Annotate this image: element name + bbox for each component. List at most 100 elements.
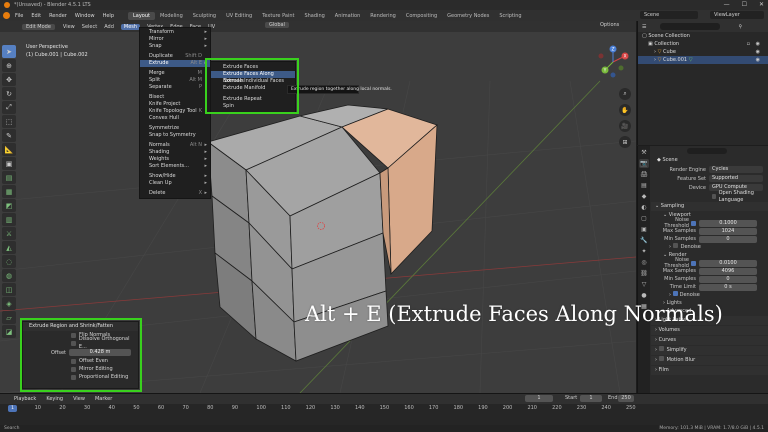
mirror-editing-checkbox[interactable] xyxy=(71,366,76,372)
simplify-checkbox[interactable] xyxy=(658,346,664,351)
mirror-editing-option[interactable]: Mirror Editing xyxy=(23,365,138,373)
tab-sculpting[interactable]: Sculpting xyxy=(188,12,221,20)
film-panel[interactable]: › Film xyxy=(651,366,768,375)
options-button[interactable]: Options xyxy=(600,22,619,28)
mesh-menu-item[interactable]: Show/Hide ▸ xyxy=(140,173,210,180)
menu-edit[interactable]: Edit xyxy=(31,13,41,19)
add-cube-tool[interactable]: ▣ xyxy=(2,157,16,170)
r-min-samples-field[interactable]: 0 xyxy=(699,275,757,283)
vp-denoise-checkbox[interactable] xyxy=(672,243,678,248)
smooth-tool[interactable]: ◍ xyxy=(2,269,16,282)
offset-even-checkbox[interactable] xyxy=(71,358,76,364)
menu-file[interactable]: File xyxy=(15,13,23,19)
pan-hand-icon[interactable]: ✋ xyxy=(619,104,631,116)
mesh-menu-item[interactable]: Knife Topology Tool K xyxy=(140,108,210,115)
tab-layout[interactable]: Layout xyxy=(128,11,155,20)
viewport-menu-add[interactable]: Add xyxy=(104,24,114,30)
outliner-search[interactable] xyxy=(660,23,721,30)
shear-tool[interactable]: ▱ xyxy=(2,311,16,324)
menu-window[interactable]: Window xyxy=(75,13,95,19)
tab-texture-paint[interactable]: Texture Paint xyxy=(257,12,299,20)
motion-blur-checkbox[interactable] xyxy=(658,356,664,361)
proportional-editing-option[interactable]: Proportional Editing xyxy=(23,373,138,381)
mesh-menu-item[interactable]: Sort Elements... ▸ xyxy=(140,163,210,170)
motion-blur-panel[interactable]: › Motion Blur xyxy=(651,356,768,365)
expand-chevron-icon[interactable]: › xyxy=(654,57,656,63)
flip-normals-checkbox[interactable] xyxy=(71,332,76,338)
tab-shading[interactable]: Shading xyxy=(299,12,329,20)
camera-visibility-icon[interactable]: ▫ xyxy=(747,40,750,48)
constraints-tab-icon[interactable]: ⛓ xyxy=(639,269,649,278)
rip-tool[interactable]: ◪ xyxy=(2,325,16,338)
timeline-ruler[interactable]: 1102030405060708090100110120130140150160… xyxy=(0,404,636,413)
spin-tool[interactable]: ◌ xyxy=(2,255,16,268)
mode-selector[interactable]: Edit Mode xyxy=(22,23,55,30)
camera-view-icon[interactable]: 🎥 xyxy=(619,120,631,132)
data-tab-icon[interactable]: ▽ xyxy=(639,280,649,289)
poly-build-tool[interactable]: ◭ xyxy=(2,241,16,254)
transform-tool[interactable]: ⬚ xyxy=(2,115,16,128)
select-box-tool[interactable]: ➤ xyxy=(2,45,16,58)
maximize-button[interactable]: ☐ xyxy=(742,1,747,8)
mesh-menu-item[interactable]: Knife Project xyxy=(140,101,210,108)
r-denoise-checkbox[interactable] xyxy=(672,291,678,296)
particles-tab-icon[interactable]: ✦ xyxy=(639,247,649,256)
knife-tool[interactable]: ⚔ xyxy=(2,227,16,240)
menu-render[interactable]: Render xyxy=(49,13,67,19)
time-limit-field[interactable]: 0 s xyxy=(699,283,757,291)
eye-icon[interactable]: ◉ xyxy=(756,40,760,48)
vp-noise-threshold-field[interactable]: 0.1000 xyxy=(699,219,757,227)
rotate-tool[interactable]: ↻ xyxy=(2,87,16,100)
material-tab-icon[interactable]: ● xyxy=(639,291,649,300)
world-tab-icon[interactable]: ◐ xyxy=(639,203,649,212)
mesh-menu-item[interactable]: Symmetrize xyxy=(140,125,210,132)
mesh-menu-item[interactable]: Snap to Symmetry xyxy=(140,132,210,139)
vp-max-samples-field[interactable]: 1024 xyxy=(699,227,757,235)
timeline-menu-view[interactable]: View xyxy=(73,396,85,402)
tab-compositing[interactable]: Compositing xyxy=(401,12,442,20)
expand-chevron-icon[interactable]: › xyxy=(654,49,656,55)
proportional-editing-checkbox[interactable] xyxy=(71,374,76,380)
outliner-row-collection[interactable]: ▣ Collection ▫ ◉ xyxy=(638,40,768,48)
curves-panel[interactable]: › Curves xyxy=(651,336,768,345)
inset-tool[interactable]: ▦ xyxy=(2,185,16,198)
timeline-menu-playback[interactable]: Playback xyxy=(14,396,36,402)
feature-set-dropdown[interactable]: Supported xyxy=(709,175,763,182)
cursor-tool[interactable]: ⊕ xyxy=(2,59,16,72)
shrink-fatten-tool[interactable]: ◈ xyxy=(2,297,16,310)
outliner-row-scene-collection[interactable]: ▢ Scene Collection xyxy=(638,32,768,40)
extrude-submenu-item[interactable]: Extrude Manifold xyxy=(211,85,295,92)
mesh-menu-item[interactable]: Normals Alt N ▸ xyxy=(140,142,210,149)
mesh-menu-item[interactable]: Delete X ▸ xyxy=(140,190,210,197)
mesh-menu-item[interactable]: Mirror ▸ xyxy=(140,36,210,43)
grid-toggle-icon[interactable]: ⊞ xyxy=(619,136,631,148)
object-tab-icon[interactable]: ▣ xyxy=(639,225,649,234)
tab-uv-editing[interactable]: UV Editing xyxy=(221,12,257,20)
tab-modeling[interactable]: Modeling xyxy=(155,12,188,20)
navigation-gizmo[interactable]: X Y Z xyxy=(595,44,631,80)
eye-icon[interactable]: ◉ xyxy=(756,56,760,64)
render-tab-icon[interactable]: 📷 xyxy=(639,159,649,168)
simplify-panel[interactable]: › Simplify xyxy=(651,346,768,355)
loop-cut-tool[interactable]: ▥ xyxy=(2,213,16,226)
end-frame-field[interactable]: 250 xyxy=(618,395,634,402)
view-layer-selector[interactable]: ViewLayer xyxy=(710,11,764,19)
transform-orientation-selector[interactable]: Global xyxy=(265,22,289,28)
playhead[interactable]: 1 xyxy=(8,405,17,412)
blender-menu-icon[interactable] xyxy=(3,12,10,19)
tab-animation[interactable]: Animation xyxy=(330,12,366,20)
outliner-row-cube[interactable]: › ▽ Cube ◉ xyxy=(638,48,768,56)
vp-noise-threshold-checkbox[interactable] xyxy=(691,220,696,226)
extrude-submenu-item[interactable]: Extrude Individual Faces xyxy=(211,78,295,85)
mesh-menu-item[interactable]: Clean Up ▸ xyxy=(140,180,210,187)
redo-panel-title[interactable]: Extrude Region and Shrink/Fatten xyxy=(23,322,138,331)
move-tool[interactable]: ✥ xyxy=(2,73,16,86)
volumes-panel[interactable]: › Volumes xyxy=(651,326,768,335)
extrude-tool[interactable]: ▤ xyxy=(2,171,16,184)
minimize-button[interactable]: — xyxy=(724,1,730,8)
outliner-editor-icon[interactable]: ☰ xyxy=(642,24,646,30)
osl-checkbox[interactable] xyxy=(712,194,716,199)
mesh-menu-item[interactable]: Merge M xyxy=(140,70,210,77)
annotate-tool[interactable]: ✎ xyxy=(2,129,16,142)
scale-tool[interactable]: ⤢ xyxy=(2,101,16,114)
